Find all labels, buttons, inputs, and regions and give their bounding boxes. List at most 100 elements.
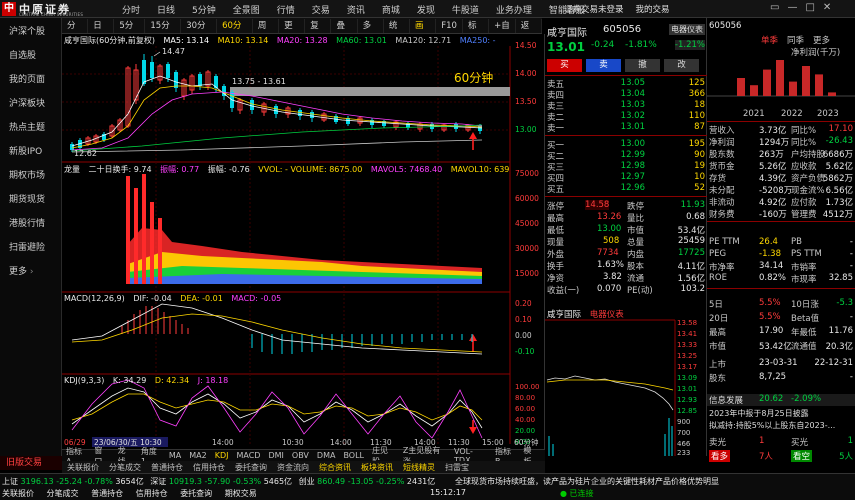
- sidebar-item-my-page[interactable]: 我的页面: [0, 68, 62, 92]
- sell-button[interactable]: 卖: [586, 59, 621, 72]
- close-icon[interactable]: ✕: [823, 2, 831, 13]
- kline-chart-area[interactable]: 咸亨国际(60分钟,前复权) MA5: 13.14 MA10: 13.14 MA…: [62, 34, 545, 450]
- menu-item-shangcheng[interactable]: 商城: [382, 3, 400, 16]
- tab-normal-position[interactable]: 普通持仓: [146, 462, 188, 473]
- fund-value: 4.92亿: [759, 198, 787, 208]
- tab-obv[interactable]: OBV: [288, 451, 313, 460]
- tab-single-quarter[interactable]: 单季: [761, 34, 778, 46]
- sidebar-item-watchlist[interactable]: 自选股: [0, 44, 62, 68]
- status-nav-item[interactable]: 期权交易: [225, 489, 257, 498]
- menu-item-fenshi[interactable]: 分时: [122, 3, 140, 16]
- menu-item-5min[interactable]: 5分钟: [192, 3, 216, 16]
- tab-kdj[interactable]: KDJ: [211, 451, 233, 460]
- trade-login-link[interactable]: 证券交易未登录: [564, 3, 624, 15]
- tab-boll[interactable]: BOLL: [339, 451, 368, 460]
- sidebar-item-ipo[interactable]: 新股IPO: [0, 140, 62, 164]
- mini-axis-label: 13.25: [677, 352, 697, 360]
- tab-ma[interactable]: MA: [165, 451, 185, 460]
- tab-rixian[interactable]: 日线: [88, 18, 115, 45]
- tab-weekly[interactable]: 周线: [253, 18, 280, 45]
- tab-multi[interactable]: 多股: [358, 18, 384, 45]
- sidebar-item-hushen-stocks[interactable]: 沪深个股: [0, 20, 62, 44]
- perf-label: 最高: [709, 328, 727, 338]
- tab-add-watch[interactable]: +自: [489, 18, 516, 33]
- vol-indicator-name: 龙量: [64, 165, 80, 174]
- tab-news[interactable]: 综合资讯: [314, 462, 356, 473]
- tab-short-term[interactable]: 短线精灵: [398, 462, 440, 473]
- status-nav-item[interactable]: 分笔成交: [47, 489, 79, 498]
- tab-fund-more[interactable]: 更多: [813, 34, 830, 46]
- legacy-trade-button[interactable]: 旧版交易: [0, 456, 62, 470]
- vol-mavol10: MAVOL10: 639: [450, 165, 510, 174]
- tab-fund-flow[interactable]: 资金流向: [272, 462, 314, 473]
- sidebar-item-hot-topics[interactable]: 热点主题: [0, 116, 62, 140]
- tab-order-query[interactable]: 委托查询: [230, 462, 272, 473]
- tab-more[interactable]: 更多: [279, 18, 306, 45]
- status-nav-item[interactable]: 委托查询: [180, 489, 212, 498]
- tab-tick-trades[interactable]: 分笔成交: [104, 462, 146, 473]
- menu-item-niugudao[interactable]: 牛股道: [452, 3, 479, 16]
- tab-15min[interactable]: 15分钟: [145, 18, 182, 45]
- tab-macd[interactable]: MACD: [232, 451, 264, 460]
- tab-ma2[interactable]: MA2: [185, 451, 210, 460]
- menu-item-faxian[interactable]: 发现: [417, 3, 435, 16]
- restore-icon[interactable]: ▭: [770, 2, 779, 13]
- tab-dmi[interactable]: DMI: [264, 451, 287, 460]
- tab-stats[interactable]: 统计: [384, 18, 411, 45]
- index-change: -13.05: [347, 477, 374, 486]
- news-label[interactable]: 信息发展: [709, 394, 743, 406]
- tab-mark[interactable]: 标记: [463, 18, 490, 45]
- tab-5min[interactable]: 5分钟: [114, 18, 146, 45]
- buy-button[interactable]: 买: [547, 59, 582, 72]
- sidebar-item-more[interactable]: 更多 ›: [0, 260, 62, 284]
- tab-draw[interactable]: 画线: [410, 18, 437, 45]
- fund-label: 存货: [709, 174, 727, 184]
- time-label: 10:30: [282, 438, 304, 447]
- bearish-button[interactable]: 看空: [791, 450, 813, 462]
- tab-overlay[interactable]: 叠加: [331, 18, 358, 45]
- sidebar-item-futures[interactable]: 期货现货: [0, 188, 62, 212]
- menu-item-rixian[interactable]: 日线: [157, 3, 175, 16]
- tab-f10[interactable]: F10: [436, 18, 463, 33]
- profit-bar: [802, 66, 810, 96]
- fund-label: 应收款: [791, 162, 817, 172]
- menu-item-hangqing[interactable]: 行情: [277, 3, 295, 16]
- tab-30min[interactable]: 30分钟: [181, 18, 218, 45]
- status-nav-item[interactable]: 信用持仓: [136, 489, 168, 498]
- modify-order-button[interactable]: 改: [664, 59, 699, 72]
- status-nav-item[interactable]: 普通持仓: [91, 489, 123, 498]
- sidebar-item-sectors[interactable]: 沪深板块: [0, 92, 62, 116]
- sidebar-item-risk-check[interactable]: 扫雷避险: [0, 236, 62, 260]
- stat-label: 换手: [547, 262, 565, 272]
- status-nav-item[interactable]: 关联报价: [2, 489, 34, 498]
- menu-item-jiaoyi[interactable]: 交易: [312, 3, 330, 16]
- notice-item[interactable]: 2023年中报于8月25日披露: [709, 408, 809, 419]
- menu-item-zixun[interactable]: 资讯: [347, 3, 365, 16]
- tab-same-quarter[interactable]: 同季: [787, 34, 804, 46]
- industry-badge[interactable]: 电器仪表: [669, 24, 705, 35]
- tab-sector-news[interactable]: 板块资讯: [356, 462, 398, 473]
- cancel-order-button[interactable]: 撤: [625, 59, 660, 72]
- bullish-button[interactable]: 看多: [709, 450, 731, 462]
- menu-item-quanjingtu[interactable]: 全景图: [233, 3, 260, 16]
- tab-dma[interactable]: DMA: [313, 451, 340, 460]
- news-ticker[interactable]: 全球现货市场持续旺盛，读产品为硅片企业的关键性耗材，公司营收...: [455, 476, 655, 487]
- maximize-icon[interactable]: □: [805, 2, 814, 13]
- tab-credit-position[interactable]: 信用持仓: [188, 462, 230, 473]
- stat-value: 508: [603, 236, 620, 246]
- sidebar-item-options[interactable]: 期权市场: [0, 164, 62, 188]
- tab-fenshi[interactable]: 分时: [62, 18, 89, 45]
- high-annotation: 14.47: [162, 47, 185, 56]
- minimize-icon[interactable]: —: [787, 2, 797, 13]
- tab-minesweeper[interactable]: 扫雷宝: [440, 462, 474, 473]
- intraday-mini-chart[interactable]: 咸亨国际 电器仪表 13.58 13.41 13.33 13.25 13.17 …: [545, 306, 707, 456]
- tab-adjust[interactable]: 复权: [305, 18, 332, 45]
- tab-60min[interactable]: 60分钟: [217, 18, 253, 45]
- my-trade-link[interactable]: 我的交易: [636, 3, 670, 15]
- sidebar-item-hk-stocks[interactable]: 港股行情: [0, 212, 62, 236]
- tab-back[interactable]: 返回: [516, 18, 542, 45]
- industry-change-pct: -1.21%: [674, 40, 705, 50]
- tab-related-quote[interactable]: 关联报价: [62, 462, 104, 473]
- notice-item[interactable]: 拟减持:持股5%以上股东自2023-...: [709, 420, 835, 431]
- menu-item-yewubanli[interactable]: 业务办理: [496, 3, 532, 16]
